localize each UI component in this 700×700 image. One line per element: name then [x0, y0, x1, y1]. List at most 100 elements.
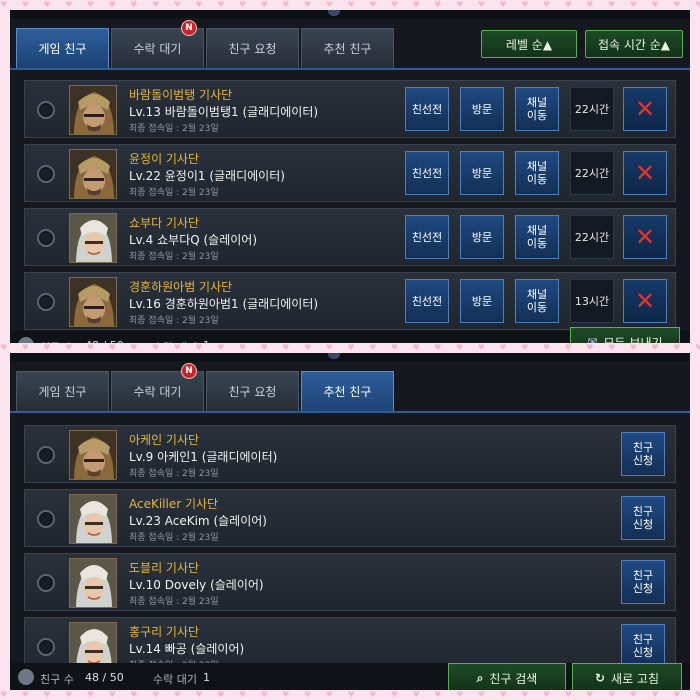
- guild-name: 바람돌이범탱 기사단: [129, 88, 233, 102]
- hud-emblem-icon: [328, 353, 340, 359]
- visit-label: 방문: [471, 230, 493, 244]
- hud-emblem-icon: [328, 10, 340, 16]
- guild-name: 쇼부다 기사단: [129, 216, 200, 230]
- guild-name: 윤정이 기사단: [129, 152, 200, 166]
- visit-button[interactable]: 방문: [460, 87, 504, 131]
- close-icon: ✕: [634, 95, 656, 123]
- recommended-friend-screen: 게임 친구 수락 대기 N 친구 요청 추천 친구 아케인 기사단 Lv.9 아케인…: [10, 353, 690, 690]
- select-radio[interactable]: [37, 638, 55, 656]
- friend-row: 윤정이 기사단 Lv.22 윤정이1 (글래디에이터) 최종 접속일 : 2월 23…: [24, 144, 676, 202]
- channel-move-button[interactable]: 채널 이동: [515, 151, 559, 195]
- tab-game-friends[interactable]: 게임 친구: [16, 28, 109, 68]
- send-all-button[interactable]: ✉ 모두 보내기: [570, 327, 680, 343]
- tab-label: 게임 친구: [38, 42, 87, 56]
- friend-request-button[interactable]: 친구 신청: [621, 432, 665, 476]
- channel-move-button[interactable]: 채널 이동: [515, 215, 559, 259]
- channel-move-button[interactable]: 채널 이동: [515, 279, 559, 323]
- select-radio[interactable]: [37, 101, 55, 119]
- friend-count-value: 48 / 50: [85, 671, 124, 684]
- friendly-duel-button[interactable]: 친선전: [405, 87, 449, 131]
- close-icon: ✕: [634, 159, 656, 187]
- tab-label: 수락 대기: [133, 42, 182, 56]
- refresh-label: 새로 고침: [611, 671, 660, 686]
- online-time-label: 22시간: [574, 230, 610, 244]
- footer-bar: 친구 수 48 / 50 수락 대기 1 ✉ 모두 보내기: [10, 327, 690, 343]
- character-portrait: [69, 277, 117, 327]
- pending-count-value: 1: [203, 671, 210, 684]
- friendly-duel-label: 친선전: [411, 102, 443, 116]
- tab-bar: 게임 친구 수락 대기 N 친구 요청 추천 친구: [16, 363, 394, 411]
- friend-request-label: 친구 신청: [632, 633, 654, 659]
- tab-friend-requests[interactable]: 친구 요청: [206, 28, 299, 68]
- tab-friend-requests[interactable]: 친구 요청: [206, 371, 299, 411]
- tab-underline: [10, 411, 690, 413]
- friend-search-button[interactable]: ⌕ 친구 검색: [448, 663, 566, 690]
- tab-label: 게임 친구: [38, 385, 87, 399]
- channel-move-button[interactable]: 채널 이동: [515, 87, 559, 131]
- friend-count-value: 48 / 50: [85, 339, 124, 343]
- delete-friend-button[interactable]: ✕: [623, 279, 667, 323]
- pending-count-value: 1: [203, 339, 210, 343]
- tab-pending-accept[interactable]: 수락 대기 N: [111, 20, 204, 68]
- tab-underline: [10, 68, 690, 70]
- visit-button[interactable]: 방문: [460, 151, 504, 195]
- character-info: Lv.23 AceKim (슬레이어): [129, 514, 267, 528]
- tab-label: 친구 요청: [228, 42, 277, 56]
- friendly-duel-button[interactable]: 친선전: [405, 279, 449, 323]
- delete-friend-button[interactable]: ✕: [623, 215, 667, 259]
- channel-move-label: 채널 이동: [526, 288, 548, 314]
- visit-button[interactable]: 방문: [460, 279, 504, 323]
- visit-label: 방문: [471, 166, 493, 180]
- friend-request-button[interactable]: 친구 신청: [621, 560, 665, 604]
- character-info: Lv.13 바람돌이범탱1 (글래디에이터): [129, 105, 319, 119]
- guild-name: 아케인 기사단: [129, 433, 200, 447]
- friend-row: 쇼부다 기사단 Lv.4 쇼부다Q (슬레이어) 최종 접속일 : 2월 23일 친선…: [24, 208, 676, 266]
- lock-icon: [18, 337, 34, 343]
- recommended-friend-row: 아케인 기사단 Lv.9 아케인1 (글래디에이터) 최종 접속일 : 2월 23일…: [24, 425, 676, 483]
- friendly-duel-label: 친선전: [411, 166, 443, 180]
- online-time: 22시간: [570, 87, 614, 131]
- recommended-friend-row: 도블리 기사단 Lv.10 Dovely (슬레이어) 최종 접속일 : 2월 23…: [24, 553, 676, 611]
- character-info: Lv.14 빠공 (슬레이어): [129, 642, 245, 656]
- friendly-duel-button[interactable]: 친선전: [405, 215, 449, 259]
- sort-by-login-time-button[interactable]: 접속 시간 순▲: [585, 30, 683, 58]
- heart-border-top-icon: ♥ ♥ ♥ ♥ ♥ ♥ ♥ ♥ ♥ ♥ ♥ ♥ ♥ ♥ ♥ ♥ ♥ ♥ ♥ ♥ …: [0, 0, 700, 9]
- visit-label: 방문: [471, 102, 493, 116]
- tab-recommended-friends[interactable]: 추천 친구: [301, 28, 394, 68]
- new-badge: N: [181, 363, 197, 379]
- select-radio[interactable]: [37, 293, 55, 311]
- delete-friend-button[interactable]: ✕: [623, 151, 667, 195]
- friend-request-button[interactable]: 친구 신청: [621, 624, 665, 668]
- sort-by-level-button[interactable]: 레벨 순▲: [481, 30, 577, 58]
- select-radio[interactable]: [37, 446, 55, 464]
- tab-recommended-friends[interactable]: 추천 친구: [301, 371, 394, 411]
- refresh-button[interactable]: ↻ 새로 고침: [572, 663, 682, 690]
- last-login: 최종 접속일 : 2월 23일: [129, 252, 219, 262]
- guild-name: AceKiller 기사단: [129, 497, 219, 511]
- tab-pending-accept[interactable]: 수락 대기 N: [111, 363, 204, 411]
- friend-search-label: 친구 검색: [489, 671, 538, 686]
- online-time-label: 13시간: [574, 294, 610, 308]
- search-icon: ⌕: [476, 670, 484, 685]
- online-time-label: 22시간: [574, 102, 610, 116]
- friend-request-button[interactable]: 친구 신청: [621, 496, 665, 540]
- online-time: 13시간: [570, 279, 614, 323]
- friend-count-label: 친구 수: [40, 339, 74, 343]
- tab-game-friends[interactable]: 게임 친구: [16, 371, 109, 411]
- visit-label: 방문: [471, 294, 493, 308]
- send-heart-icon: ✉: [587, 335, 598, 343]
- recommended-friend-row: AceKiller 기사단 Lv.23 AceKim (슬레이어) 최종 접속일 :…: [24, 489, 676, 547]
- select-radio[interactable]: [37, 229, 55, 247]
- select-radio[interactable]: [37, 165, 55, 183]
- guild-name: 경훈하원아범 기사단: [129, 280, 233, 294]
- select-radio[interactable]: [37, 574, 55, 592]
- visit-button[interactable]: 방문: [460, 215, 504, 259]
- delete-friend-button[interactable]: ✕: [623, 87, 667, 131]
- tab-label: 추천 친구: [323, 385, 372, 399]
- friend-row: 바람돌이범탱 기사단 Lv.13 바람돌이범탱1 (글래디에이터) 최종 접속일 :…: [24, 80, 676, 138]
- lock-icon: [18, 669, 34, 685]
- online-time: 22시간: [570, 215, 614, 259]
- character-info: Lv.10 Dovely (슬레이어): [129, 578, 264, 592]
- friendly-duel-button[interactable]: 친선전: [405, 151, 449, 195]
- select-radio[interactable]: [37, 510, 55, 528]
